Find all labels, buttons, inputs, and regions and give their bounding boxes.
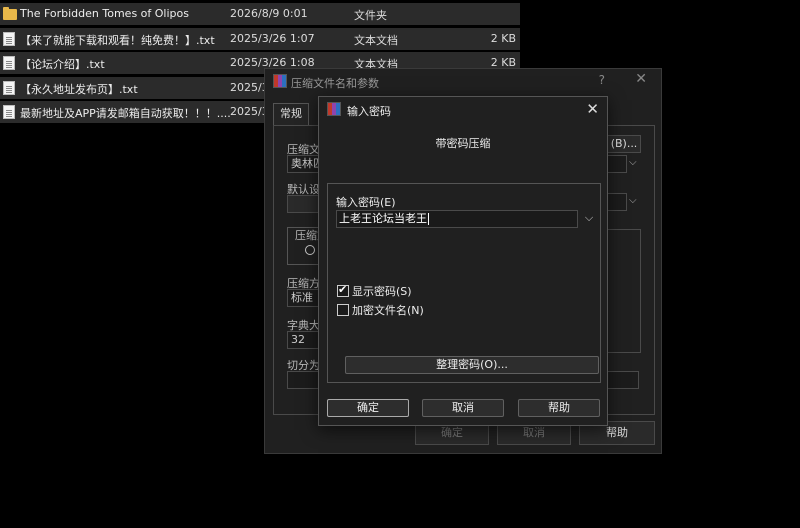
- password-label: 输入密码(E): [336, 196, 396, 209]
- encrypt-filenames-checkbox[interactable]: 加密文件名(N): [337, 302, 424, 318]
- folder-icon: [3, 7, 17, 20]
- document-icon: [3, 81, 15, 95]
- parameters-tail: [607, 371, 639, 389]
- help-button[interactable]: 帮助: [518, 399, 600, 417]
- chevron-down-icon[interactable]: ⌵: [582, 211, 596, 227]
- file-date: 2025/3/26 1:07: [230, 32, 315, 45]
- dialog-heading: 带密码压缩: [435, 137, 491, 150]
- close-icon[interactable]: ✕: [635, 71, 647, 87]
- ok-button[interactable]: 确定: [327, 399, 409, 417]
- options-group-tail: [607, 229, 641, 353]
- browse-button[interactable]: (B)...: [607, 135, 641, 153]
- help-icon[interactable]: ?: [599, 73, 605, 87]
- file-name: 【永久地址发布页】.txt: [20, 83, 138, 96]
- organize-passwords-button[interactable]: 整理密码(O)...: [345, 356, 599, 374]
- file-name: 【来了就能下载和观看！纯免费！】.txt: [20, 34, 215, 47]
- tab-general[interactable]: 常规: [273, 103, 309, 125]
- format-group-label: 压缩文: [295, 229, 319, 242]
- chevron-down-icon[interactable]: ⌵: [629, 157, 637, 168]
- update-mode-tail: [607, 193, 627, 211]
- file-name: The Forbidden Tomes of Olipos: [20, 7, 189, 20]
- file-name: 【论坛介绍】.txt: [20, 58, 105, 71]
- password-dialog: 输入密码 ✕ 带密码压缩 输入密码(E) 上老王论坛当老王 ⌵ 显示密码(S) …: [318, 96, 608, 426]
- file-date: 2026/8/9 0:01: [230, 7, 308, 20]
- file-row[interactable]: The Forbidden Tomes of Olipos 2026/8/9 0…: [0, 3, 520, 25]
- profiles-button[interactable]: [287, 195, 319, 213]
- show-password-checkbox[interactable]: 显示密码(S): [337, 283, 412, 299]
- dialog-title: 压缩文件名和参数: [291, 77, 379, 90]
- password-value: 上老王论坛当老王: [339, 212, 427, 225]
- format-radio[interactable]: [305, 245, 315, 255]
- file-row[interactable]: 【来了就能下载和观看！纯免费！】.txt 2025/3/26 1:07 文本文档…: [0, 28, 520, 50]
- file-type: 文件夹: [354, 9, 387, 22]
- chevron-down-icon[interactable]: ⌵: [629, 195, 637, 206]
- password-group: 输入密码(E) 上老王论坛当老王 ⌵ 显示密码(S) 加密文件名(N) 整理密码…: [327, 183, 601, 383]
- checkbox-checked-icon[interactable]: [337, 283, 349, 297]
- archive-name-tail: [607, 155, 627, 173]
- winrar-icon: [327, 102, 341, 116]
- cancel-button[interactable]: 取消: [422, 399, 504, 417]
- winrar-icon: [273, 74, 287, 88]
- file-size: 2 KB: [490, 32, 516, 45]
- password-input[interactable]: 上老王论坛当老王: [336, 210, 578, 228]
- document-icon: [3, 56, 15, 70]
- document-icon: [3, 32, 15, 46]
- split-select[interactable]: [287, 371, 319, 389]
- archive-name-field[interactable]: 奥林匹: [287, 155, 319, 173]
- text-caret: [428, 213, 429, 225]
- title-bar[interactable]: 输入密码 ✕: [319, 97, 607, 123]
- encrypt-filenames-label: 加密文件名(N): [352, 304, 424, 317]
- file-type: 文本文档: [354, 34, 398, 47]
- checkbox-unchecked-icon[interactable]: [337, 304, 349, 316]
- close-icon[interactable]: ✕: [586, 100, 599, 118]
- method-select[interactable]: 标准: [287, 289, 319, 307]
- file-name: 最新地址及APP请发邮箱自动获取！！！....: [20, 107, 231, 120]
- document-icon: [3, 105, 15, 119]
- show-password-label: 显示密码(S): [352, 285, 412, 298]
- dialog-title: 输入密码: [347, 105, 391, 118]
- dictionary-select[interactable]: 32: [287, 331, 319, 349]
